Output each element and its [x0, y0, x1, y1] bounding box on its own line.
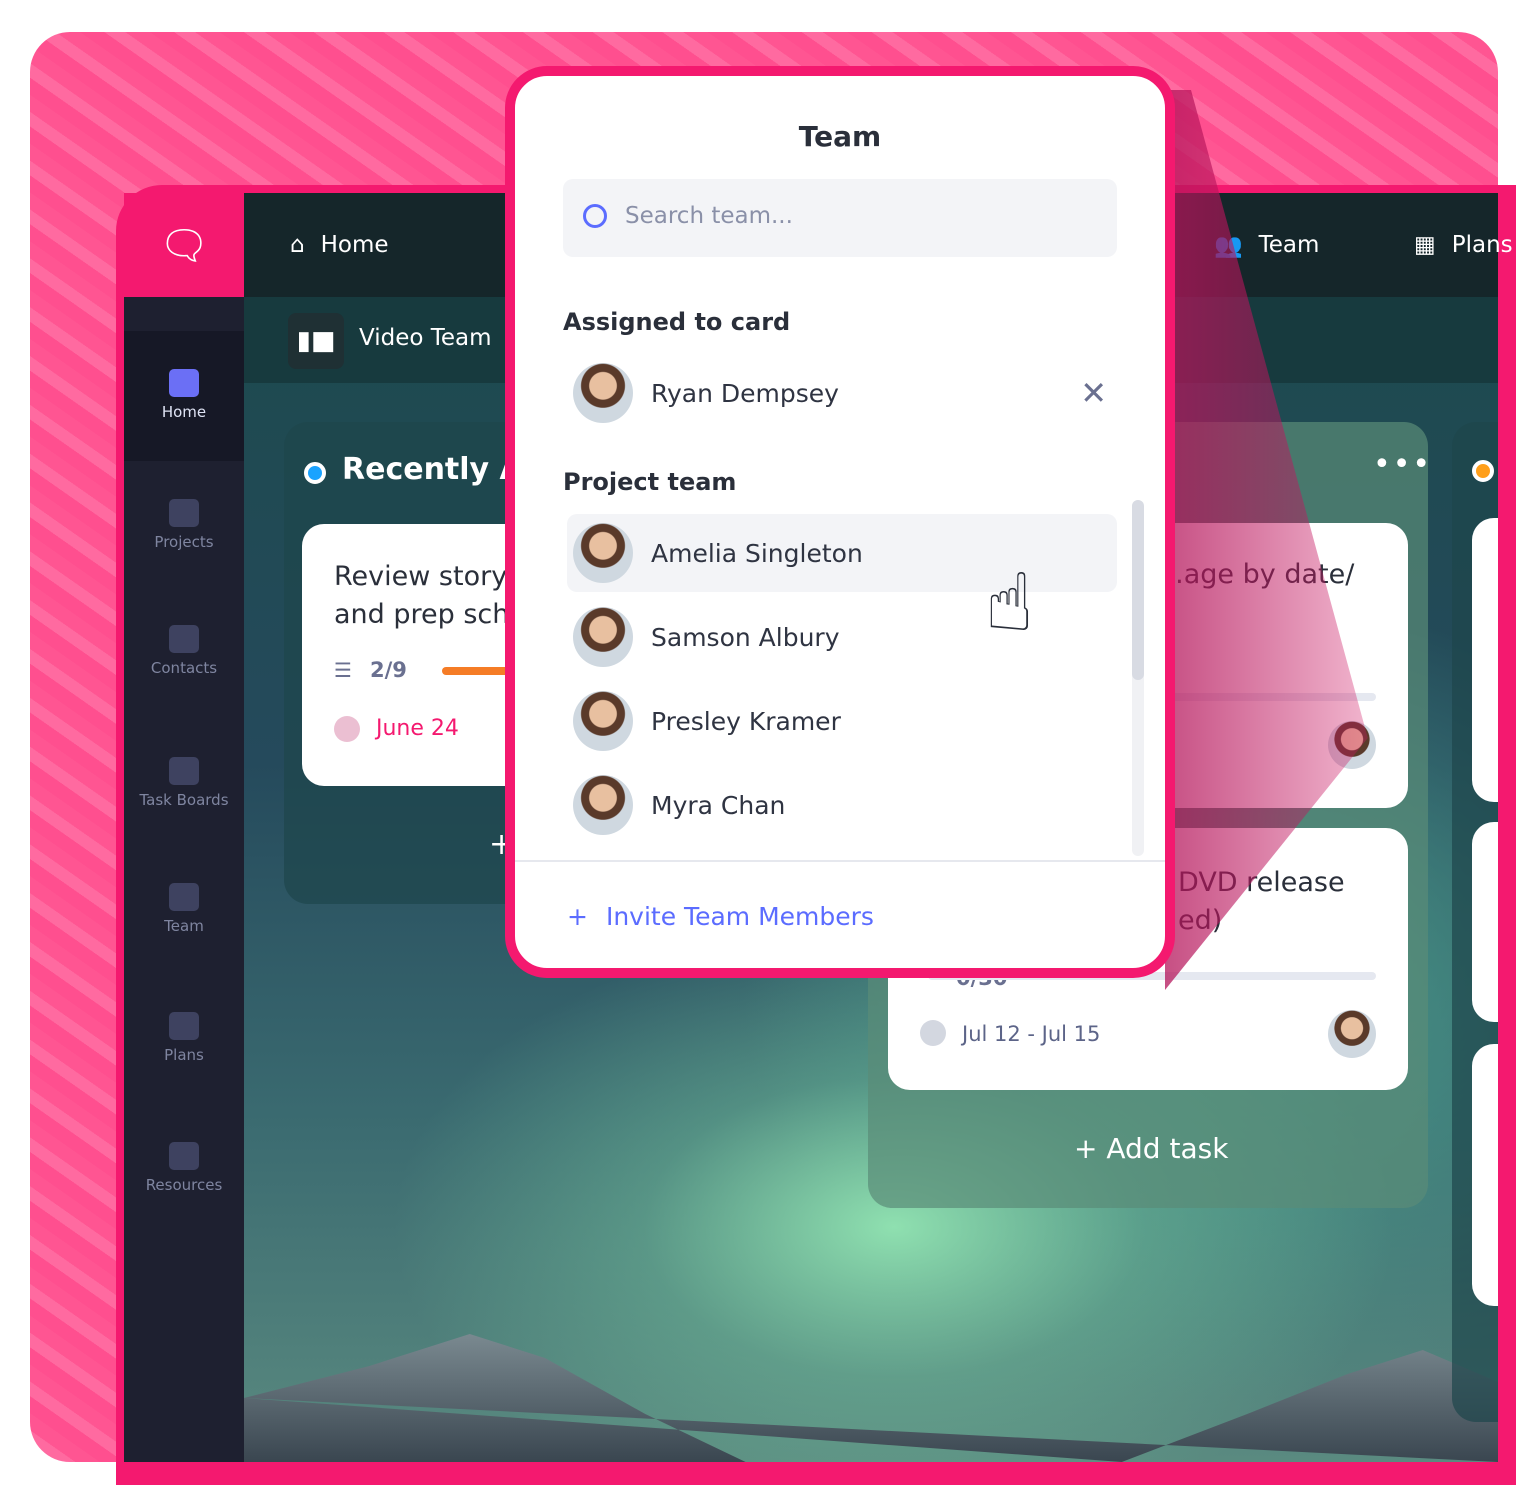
briefcase-icon	[169, 499, 199, 527]
app-logo[interactable]: 🗨	[124, 193, 244, 297]
member-name: Ryan Dempsey	[651, 378, 839, 408]
task-card[interactable]	[1472, 822, 1498, 1022]
nav-plans[interactable]: ▦ Plans	[1414, 193, 1513, 297]
avatar	[573, 607, 633, 667]
checklist-icon: ☰	[334, 658, 352, 682]
add-task-button[interactable]: + Add task	[1074, 1132, 1228, 1165]
member-item[interactable]: Amelia Singleton	[567, 514, 1117, 592]
nav-plans-label: Plans	[1451, 232, 1513, 258]
clock-icon	[334, 716, 360, 742]
plus-icon: +	[567, 902, 588, 931]
sidebar-label: Projects	[154, 533, 214, 551]
invite-button[interactable]: + Invite Team Members	[567, 902, 874, 931]
member-name: Amelia Singleton	[651, 538, 863, 568]
clock-icon	[920, 1020, 946, 1046]
invite-label: Invite Team Members	[605, 902, 874, 931]
nav-team-label: Team	[1258, 232, 1320, 258]
sidebar-label: Team	[164, 917, 204, 935]
chat-logo-icon: 🗨	[158, 222, 210, 269]
status-dot	[304, 462, 326, 484]
popup-title: Team	[798, 120, 882, 153]
member-name: Myra Chan	[651, 790, 786, 820]
column-3	[1452, 422, 1498, 1422]
scrollbar[interactable]	[1132, 500, 1144, 856]
scrollbar-thumb[interactable]	[1132, 500, 1144, 680]
section-heading: Assigned to card	[563, 308, 791, 336]
card-title: and prep sch	[334, 599, 510, 630]
card-title: Review story	[334, 561, 508, 592]
contact-icon	[169, 625, 199, 653]
team-popup: Team Search team... Assigned to card Rya…	[505, 66, 1175, 978]
home-icon	[169, 369, 199, 397]
avatar	[573, 691, 633, 751]
status-dot	[1472, 460, 1494, 482]
nav-home[interactable]: ⌂ Home	[290, 193, 389, 297]
avatar[interactable]	[1328, 1010, 1376, 1058]
sidebar-item-contacts[interactable]: Contacts	[124, 625, 244, 677]
section-heading: Project team	[563, 468, 737, 496]
mountain-image	[244, 1334, 1498, 1462]
checklist-count: 2/9	[370, 658, 407, 682]
board-icon: ▮■	[288, 313, 344, 369]
member-item[interactable]: Myra Chan	[567, 766, 1117, 844]
sidebar-item-resources[interactable]: Resources	[124, 1142, 244, 1194]
member-name: Samson Albury	[651, 622, 840, 652]
divider	[515, 860, 1165, 862]
sidebar-item-team[interactable]: Team	[124, 883, 244, 935]
member-name: Presley Kramer	[651, 706, 841, 736]
search-icon	[583, 204, 607, 228]
sidebar-label: Plans	[164, 1046, 204, 1064]
sidebar-item-task-boards[interactable]: Task Boards	[124, 757, 244, 809]
books-icon	[169, 1142, 199, 1170]
sidebar-item-projects[interactable]: Projects	[124, 499, 244, 551]
avatar	[573, 775, 633, 835]
avatar	[573, 363, 633, 423]
sidebar-label: Home	[161, 403, 207, 421]
hand-cursor-icon: ☝	[985, 556, 1034, 649]
sidebar-label: Resources	[145, 1176, 223, 1194]
plans-icon	[169, 1012, 199, 1040]
sidebar-label: Contacts	[150, 659, 218, 677]
assigned-member: Ryan Dempsey ✕	[567, 354, 1117, 432]
more-options-icon[interactable]: •••	[1373, 447, 1432, 482]
task-card[interactable]	[1472, 1044, 1498, 1306]
avatar	[573, 523, 633, 583]
due-date: June 24	[376, 716, 459, 741]
sidebar-label: Task Boards	[139, 791, 229, 809]
search-placeholder: Search team...	[625, 203, 793, 229]
home-icon: ⌂	[290, 232, 305, 258]
board-name[interactable]: Video Team	[359, 325, 492, 351]
member-item[interactable]: Samson Albury	[567, 598, 1117, 676]
date-range: Jul 12 - Jul 15	[962, 1022, 1101, 1046]
board-icon	[169, 757, 199, 785]
nav-home-label: Home	[320, 232, 389, 258]
member-item[interactable]: Presley Kramer	[567, 682, 1117, 760]
task-card[interactable]	[1472, 518, 1498, 802]
close-icon[interactable]: ✕	[1080, 374, 1107, 412]
plans-icon: ▦	[1414, 232, 1436, 258]
sidebar: Home Projects Contacts Task Boards Team …	[124, 297, 244, 1462]
sidebar-item-plans[interactable]: Plans	[124, 1012, 244, 1064]
sidebar-item-home[interactable]: Home	[124, 331, 244, 461]
search-input[interactable]: Search team...	[563, 179, 1117, 257]
team-icon	[169, 883, 199, 911]
